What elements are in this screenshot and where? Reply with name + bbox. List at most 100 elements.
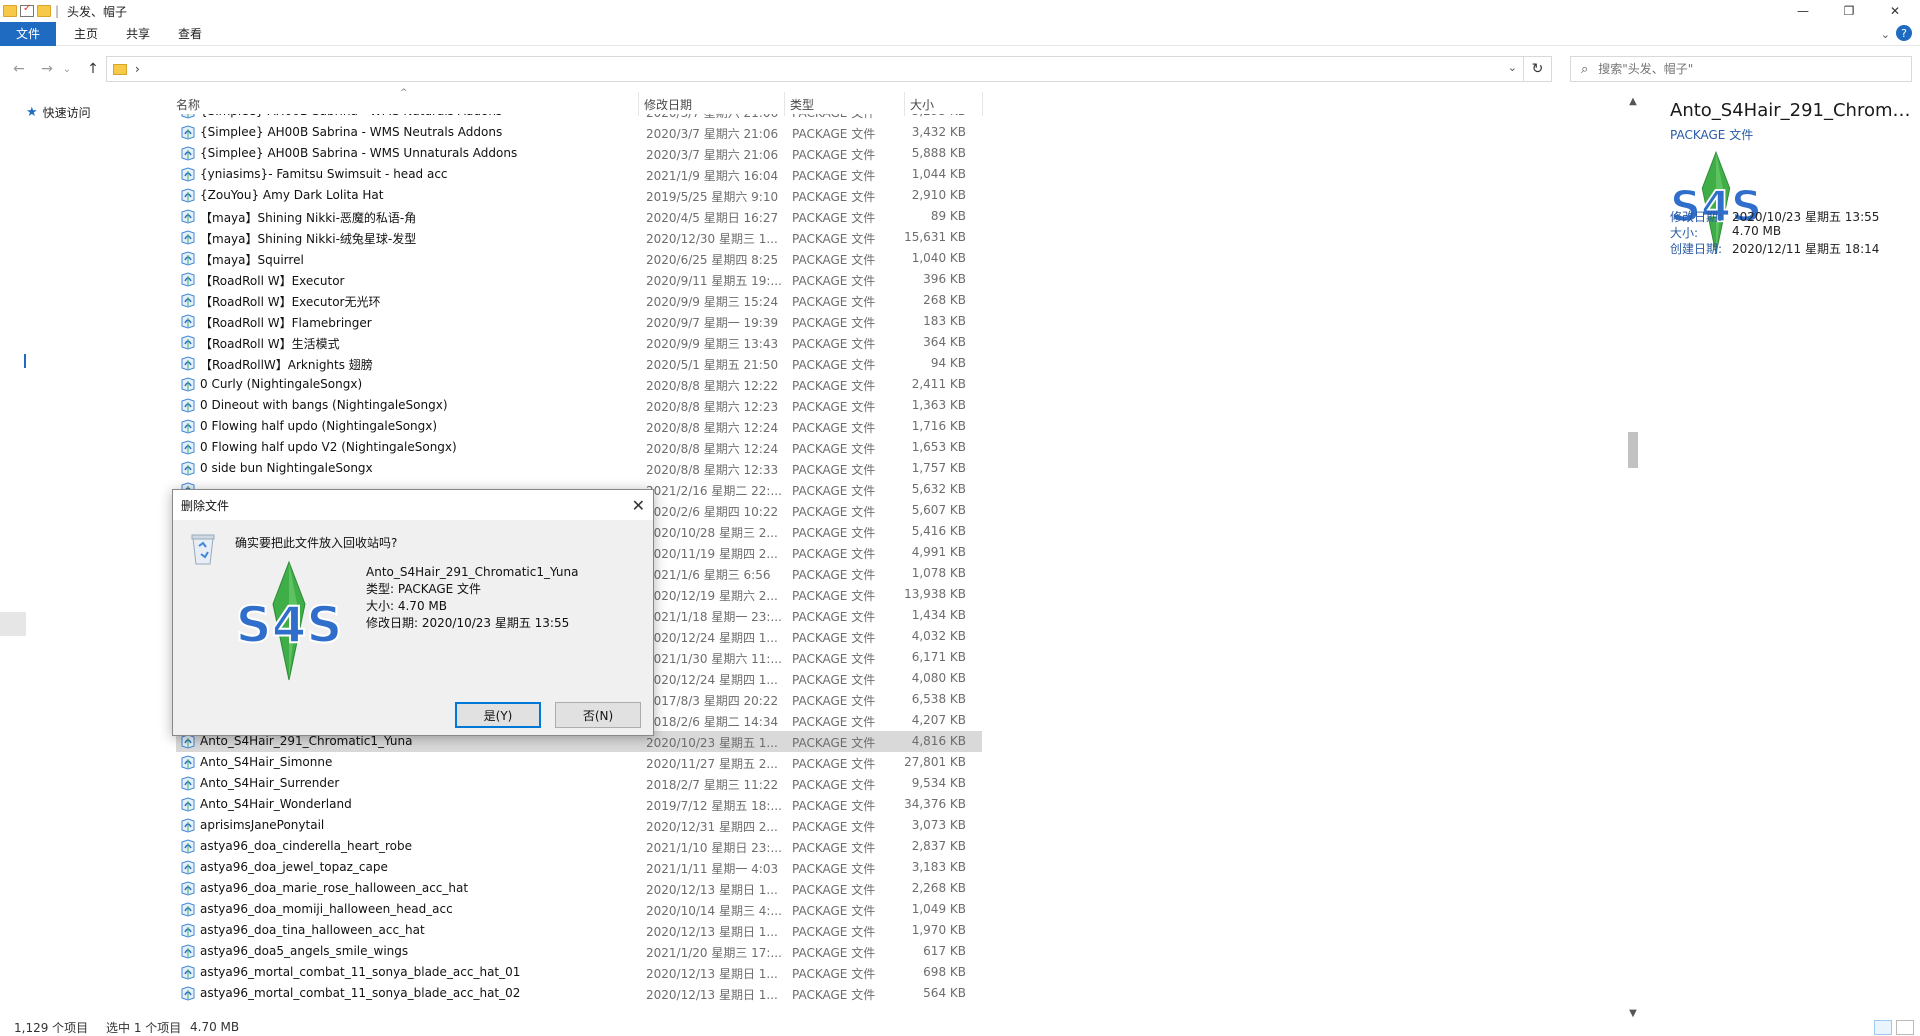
status-bar: 1,129 个项目 选中 1 个项目 4.70 MB <box>0 1018 1920 1036</box>
search-input[interactable] <box>1598 62 1889 76</box>
properties-icon[interactable] <box>20 3 34 17</box>
new-folder-icon[interactable] <box>37 5 51 17</box>
refresh-button[interactable]: ↻ <box>1523 57 1551 81</box>
up-button[interactable]: ↑ <box>82 58 104 80</box>
file-row[interactable]: 【maya】Squirrel 2020/6/25 星期四 8:25 PACKAGE … <box>176 248 982 269</box>
file-row[interactable]: {ZouYou} Amy Dark Lolita Hat 2019/5/25 星期… <box>176 185 982 206</box>
package-file-icon <box>181 167 195 182</box>
column-divider[interactable] <box>904 92 905 116</box>
file-row[interactable]: 【RoadRoll W】Flamebringer 2020/9/7 星期一 19:… <box>176 311 982 332</box>
file-row[interactable]: 0 Flowing half updo (NightingaleSongx) 20… <box>176 416 982 437</box>
file-date: 2020/3/7 星期六 21:06 <box>646 114 778 121</box>
file-row[interactable]: 【RoadRollW】Arknights 翅膀 2020/5/1 星期五 21:5… <box>176 353 982 374</box>
file-type: PACKAGE 文件 <box>792 316 876 330</box>
file-row[interactable]: Anto_S4Hair_Simonne 2020/11/27 星期五 2... PA… <box>176 752 982 773</box>
column-header-size[interactable]: 大小 <box>910 96 934 113</box>
file-row[interactable]: 0 Flowing half updo V2 (NightingaleSongx… <box>176 437 982 458</box>
tab-view[interactable]: 查看 <box>164 22 216 46</box>
column-header-date[interactable]: 修改日期 <box>644 96 692 113</box>
file-name: 0 Flowing half updo (NightingaleSongx) <box>200 419 438 433</box>
file-size: 6,538 KB <box>911 692 966 706</box>
file-size: 364 KB <box>923 335 966 349</box>
file-row[interactable]: 【maya】Shining Nikki-恶魔的私语-角 2020/4/5 星期日 … <box>176 206 982 227</box>
file-size: 1,040 KB <box>911 251 966 265</box>
dialog-titlebar[interactable]: 删除文件 ✕ <box>173 490 653 520</box>
file-type: PACKAGE 文件 <box>792 820 876 834</box>
file-row[interactable]: aprisimsJanePonytail 2020/12/31 星期四 2... P… <box>176 815 982 836</box>
file-type: PACKAGE 文件 <box>792 694 876 708</box>
tab-file[interactable]: 文件 <box>0 21 57 46</box>
file-list-scrollbar[interactable]: ▲ ▼ <box>1624 92 1642 1022</box>
yes-button[interactable]: 是(Y) <box>455 702 541 728</box>
package-file-icon <box>181 251 195 266</box>
file-row[interactable]: 【RoadRoll W】Executor无光环 2020/9/9 星期三 15:2… <box>176 290 982 311</box>
tab-home[interactable]: 主页 <box>60 22 112 46</box>
file-row[interactable]: 0 Dineout with bangs (NightingaleSongx) 2… <box>176 395 982 416</box>
address-bar[interactable]: › ⌄ ↻ <box>106 56 1552 82</box>
dialog-close-icon[interactable]: ✕ <box>632 496 645 515</box>
large-icons-view-button[interactable] <box>1896 1020 1914 1035</box>
file-row[interactable]: {yniasims}- Famitsu Swimsuit - head acc 2… <box>176 164 982 185</box>
file-size: 4,816 KB <box>911 734 966 748</box>
file-date: 2020/3/7 星期六 21:06 <box>646 148 779 162</box>
file-row[interactable]: {Simplee} AH00B Sabrina - WMS Unnaturals… <box>176 143 982 164</box>
close-button[interactable]: ✕ <box>1872 0 1918 22</box>
file-row[interactable]: astya96_doa_cinderella_heart_robe 2021/1/… <box>176 836 982 857</box>
column-divider[interactable] <box>784 92 785 116</box>
file-row[interactable]: {Simplee} AH00B Sabrina - WMS Naturals A… <box>176 114 982 122</box>
expand-ribbon-icon[interactable]: ⌄ <box>1881 28 1890 41</box>
package-file-icon <box>181 356 195 371</box>
file-date: 2021/1/10 星期日 23:... <box>646 841 782 855</box>
search-box[interactable]: ⌕ <box>1570 56 1912 82</box>
file-row[interactable]: Anto_S4Hair_Surrender 2018/2/7 星期三 11:22 P… <box>176 773 982 794</box>
file-row[interactable]: astya96_doa_jewel_topaz_cape 2021/1/11 星期… <box>176 857 982 878</box>
file-row[interactable]: 0 side bun NightingaleSongx 2020/8/8 星期六 … <box>176 458 982 479</box>
column-header-name[interactable]: 名称 <box>176 96 200 113</box>
file-name: {Simplee} AH00B Sabrina - WMS Neutrals A… <box>200 125 503 139</box>
file-size: 1,434 KB <box>911 608 966 622</box>
file-row[interactable]: astya96_doa5_angels_smile_wings 2021/1/20… <box>176 941 982 962</box>
file-row[interactable]: 0 Curly (NightingaleSongx) 2020/8/8 星期六 1… <box>176 374 982 395</box>
file-row[interactable]: astya96_mortal_combat_11_sonya_blade_acc… <box>176 983 982 1004</box>
no-button[interactable]: 否(N) <box>555 702 641 728</box>
details-view-button[interactable] <box>1874 1020 1892 1035</box>
file-row[interactable]: astya96_doa_marie_rose_halloween_acc_hat… <box>176 878 982 899</box>
file-name: 【RoadRoll W】生活模式 <box>200 337 340 351</box>
file-row[interactable]: astya96_doa_tina_halloween_acc_hat 2020/1… <box>176 920 982 941</box>
file-date: 2021/1/20 星期三 17:... <box>646 946 782 960</box>
package-file-icon <box>181 734 195 749</box>
file-size: 34,376 KB <box>904 797 966 811</box>
file-type: PACKAGE 文件 <box>792 946 876 960</box>
minimize-button[interactable]: — <box>1780 0 1826 22</box>
file-row[interactable]: 【RoadRoll W】Executor 2020/9/11 星期五 19:...… <box>176 269 982 290</box>
package-file-icon <box>181 986 195 1001</box>
column-divider[interactable] <box>638 92 639 116</box>
file-row[interactable]: astya96_doa_momiji_halloween_head_acc 202… <box>176 899 982 920</box>
breadcrumb-separator[interactable]: › <box>135 62 140 76</box>
tab-share[interactable]: 共享 <box>112 22 164 46</box>
file-row[interactable]: Anto_S4Hair_Wonderland 2019/7/12 星期五 18:.… <box>176 794 982 815</box>
file-size: 4,080 KB <box>911 671 966 685</box>
file-date: 2020/12/13 星期日 1... <box>646 967 778 981</box>
nav-pane-scroll-thumb[interactable] <box>0 612 26 636</box>
recent-locations-icon[interactable]: ⌄ <box>60 58 74 80</box>
file-row[interactable]: 【RoadRoll W】生活模式 2020/9/9 星期三 13:43 PACKAG… <box>176 332 982 353</box>
file-row[interactable]: {Simplee} AH00B Sabrina - WMS Neutrals A… <box>176 122 982 143</box>
quick-access-item[interactable]: ★ 快速访问 <box>26 104 91 121</box>
file-type: PACKAGE 文件 <box>792 127 876 141</box>
maximize-button[interactable]: ❐ <box>1826 0 1872 22</box>
file-date: 2020/9/9 星期三 13:43 <box>646 337 779 351</box>
file-type: PACKAGE 文件 <box>792 421 876 435</box>
search-icon: ⌕ <box>1581 61 1589 77</box>
forward-button[interactable]: → <box>36 58 58 80</box>
column-header-type[interactable]: 类型 <box>790 96 814 113</box>
scroll-up-icon[interactable]: ▲ <box>1624 92 1642 110</box>
folder-icon[interactable] <box>3 5 17 17</box>
file-row[interactable]: astya96_mortal_combat_11_sonya_blade_acc… <box>176 962 982 983</box>
file-row[interactable]: 【maya】Shining Nikki-绒兔星球-发型 2020/12/30 星期… <box>176 227 982 248</box>
help-icon[interactable]: ? <box>1896 25 1912 41</box>
column-divider[interactable] <box>982 92 983 116</box>
address-dropdown-icon[interactable]: ⌄ <box>1508 61 1517 74</box>
scroll-thumb[interactable] <box>1628 432 1638 468</box>
back-button[interactable]: ← <box>8 58 30 80</box>
